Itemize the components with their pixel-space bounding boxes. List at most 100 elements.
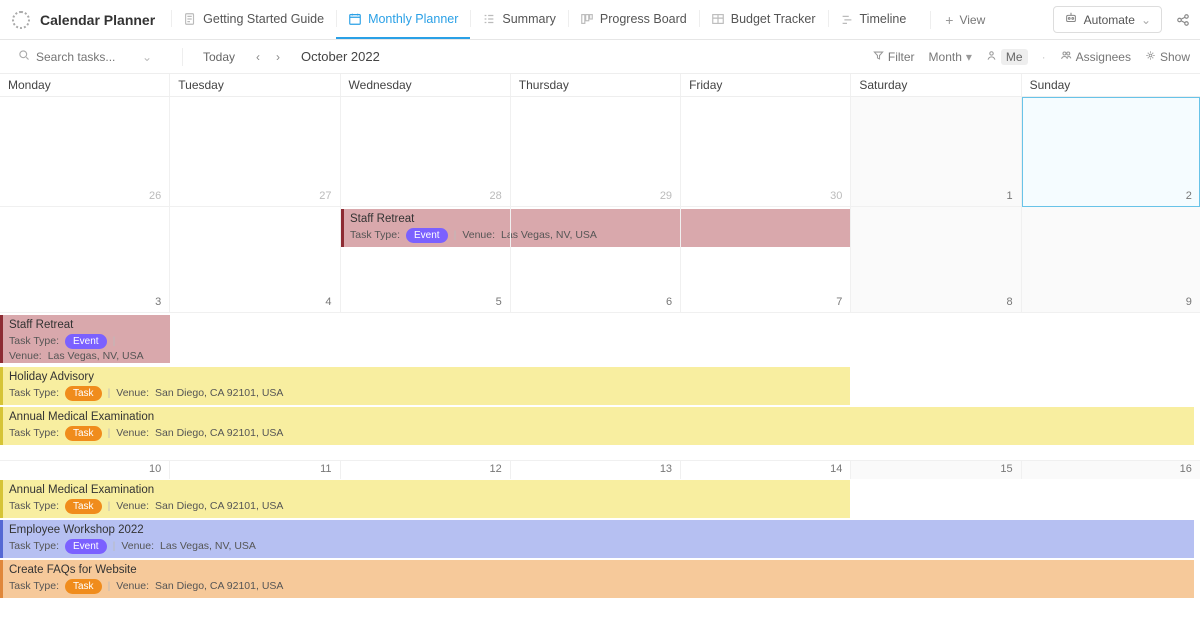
day-cell-today[interactable]: 2 (1022, 97, 1200, 207)
weeks: 26 27 28 29 30 1 2 Staff Retreat Task Ty… (0, 97, 1200, 639)
filter-button[interactable]: Filter (873, 50, 915, 64)
current-month-label: October 2022 (301, 49, 380, 64)
event-staff-retreat-cont[interactable]: Staff Retreat Task Type: Event | Venue: … (0, 315, 170, 363)
tab-label: Progress Board (600, 12, 687, 26)
doc-icon (183, 12, 197, 26)
search-wrap: ⌄ (18, 49, 168, 64)
day-cell[interactable]: 12 (341, 461, 511, 479)
day-cell[interactable]: 26 (0, 97, 170, 207)
divider (182, 48, 183, 66)
me-label: Me (1001, 49, 1028, 65)
tab-progress-board[interactable]: Progress Board (568, 0, 699, 39)
day-cell[interactable]: 16 (1022, 461, 1200, 479)
pipe: | (113, 334, 116, 348)
day-cell[interactable]: 14 (681, 461, 851, 479)
add-view-button[interactable]: + View (918, 0, 997, 39)
today-button[interactable]: Today (197, 50, 241, 64)
event-title: Annual Medical Examination (9, 483, 844, 499)
day-cell[interactable]: 15 (851, 461, 1021, 479)
people-icon (1060, 49, 1072, 64)
day-cell[interactable]: 8 (851, 207, 1021, 313)
gear-icon (1145, 50, 1156, 64)
event-title: Create FAQs for Website (9, 563, 1188, 579)
robot-icon (1064, 11, 1078, 28)
date-number: 3 (155, 296, 161, 308)
date-number: 2 (1186, 190, 1192, 202)
date-number: 30 (830, 190, 842, 202)
task-type-label: Task Type: (9, 579, 59, 593)
pipe: | (108, 386, 111, 400)
day-cell[interactable]: 27 (170, 97, 340, 207)
event-title: Annual Medical Examination (9, 410, 1188, 426)
event-create-faqs[interactable]: Create FAQs for Website Task Type: Task … (0, 560, 1194, 598)
day-cell[interactable]: 1 (851, 97, 1021, 207)
day-cell[interactable]: 29 (511, 97, 681, 207)
right-controls: Filter Month ▾ Me · Assignees Show (873, 49, 1190, 65)
tab-getting-started[interactable]: Getting Started Guide (171, 0, 336, 39)
calendar-grid: Monday Tuesday Wednesday Thursday Friday… (0, 74, 1200, 639)
venue-label: Venue: (116, 426, 149, 440)
day-cell[interactable]: 7 (681, 207, 851, 313)
event-venue: Las Vegas, NV, USA (160, 539, 256, 553)
month-nav: ‹ › (249, 48, 287, 66)
app-logo-icon (12, 11, 30, 29)
day-cell[interactable]: 28 (341, 97, 511, 207)
tab-label: Timeline (860, 12, 907, 26)
calendar-toolbar: ⌄ Today ‹ › October 2022 Filter Month ▾ … (0, 40, 1200, 74)
task-badge: Task (65, 426, 102, 442)
weekday-sat: Saturday (851, 74, 1021, 96)
caret-down-icon: ▾ (966, 50, 972, 64)
day-cell[interactable]: 5 (341, 207, 511, 313)
pipe: | (108, 426, 111, 440)
day-cell[interactable]: 13 (511, 461, 681, 479)
search-input[interactable] (36, 50, 136, 64)
assignees-button[interactable]: Assignees (1060, 49, 1131, 64)
event-holiday-advisory[interactable]: Holiday Advisory Task Type: Task | Venue… (0, 367, 850, 405)
event-employee-workshop[interactable]: Employee Workshop 2022 Task Type: Event … (0, 520, 1194, 558)
weekday-thu: Thursday (511, 74, 681, 96)
task-type-label: Task Type: (9, 386, 59, 400)
tab-monthly-planner[interactable]: Monthly Planner (336, 0, 470, 39)
period-selector[interactable]: Month ▾ (929, 50, 972, 64)
venue-label: Venue: (121, 539, 154, 553)
weekday-mon: Monday (0, 74, 170, 96)
day-cell[interactable]: 11 (170, 461, 340, 479)
event-badge: Event (65, 334, 107, 350)
week-row: 3 4 5 6 7 8 9 (0, 207, 1200, 313)
weekday-fri: Friday (681, 74, 851, 96)
task-type-label: Task Type: (9, 334, 59, 348)
day-cell[interactable]: 3 (0, 207, 170, 313)
day-cell[interactable]: 9 (1022, 207, 1200, 313)
me-filter[interactable]: Me (986, 49, 1028, 65)
weekday-header: Monday Tuesday Wednesday Thursday Friday… (0, 74, 1200, 97)
event-venue: San Diego, CA 92101, USA (155, 426, 283, 440)
date-number: 28 (490, 190, 502, 202)
tab-timeline[interactable]: Timeline (828, 0, 919, 39)
day-cell[interactable]: 30 (681, 97, 851, 207)
tab-summary[interactable]: Summary (470, 0, 567, 39)
calendar-icon (348, 12, 362, 26)
show-button[interactable]: Show (1145, 50, 1190, 64)
prev-month-button[interactable]: ‹ (249, 48, 267, 66)
view-tabs: Getting Started Guide Monthly Planner Su… (171, 0, 1050, 39)
date-number: 6 (666, 296, 672, 308)
day-cell[interactable]: 4 (170, 207, 340, 313)
venue-label: Venue: (116, 386, 149, 400)
task-badge: Task (65, 499, 102, 515)
pipe: | (113, 539, 116, 553)
next-month-button[interactable]: › (269, 48, 287, 66)
day-cell[interactable]: 6 (511, 207, 681, 313)
chevron-down-icon[interactable]: ⌄ (142, 50, 152, 64)
automate-label: Automate (1084, 13, 1135, 27)
task-badge: Task (65, 579, 102, 595)
event-annual-medical[interactable]: Annual Medical Examination Task Type: Ta… (0, 407, 1194, 445)
tab-budget-tracker[interactable]: Budget Tracker (699, 0, 828, 39)
weekday-wed: Wednesday (341, 74, 511, 96)
tab-label: Budget Tracker (731, 12, 816, 26)
event-annual-medical-cont[interactable]: Annual Medical Examination Task Type: Ta… (0, 480, 850, 518)
plus-icon: + (945, 12, 953, 28)
automate-button[interactable]: Automate ⌄ (1053, 6, 1162, 33)
date-number: 7 (836, 296, 842, 308)
day-cell[interactable]: 10 (0, 461, 170, 479)
share-button[interactable] (1172, 9, 1194, 31)
